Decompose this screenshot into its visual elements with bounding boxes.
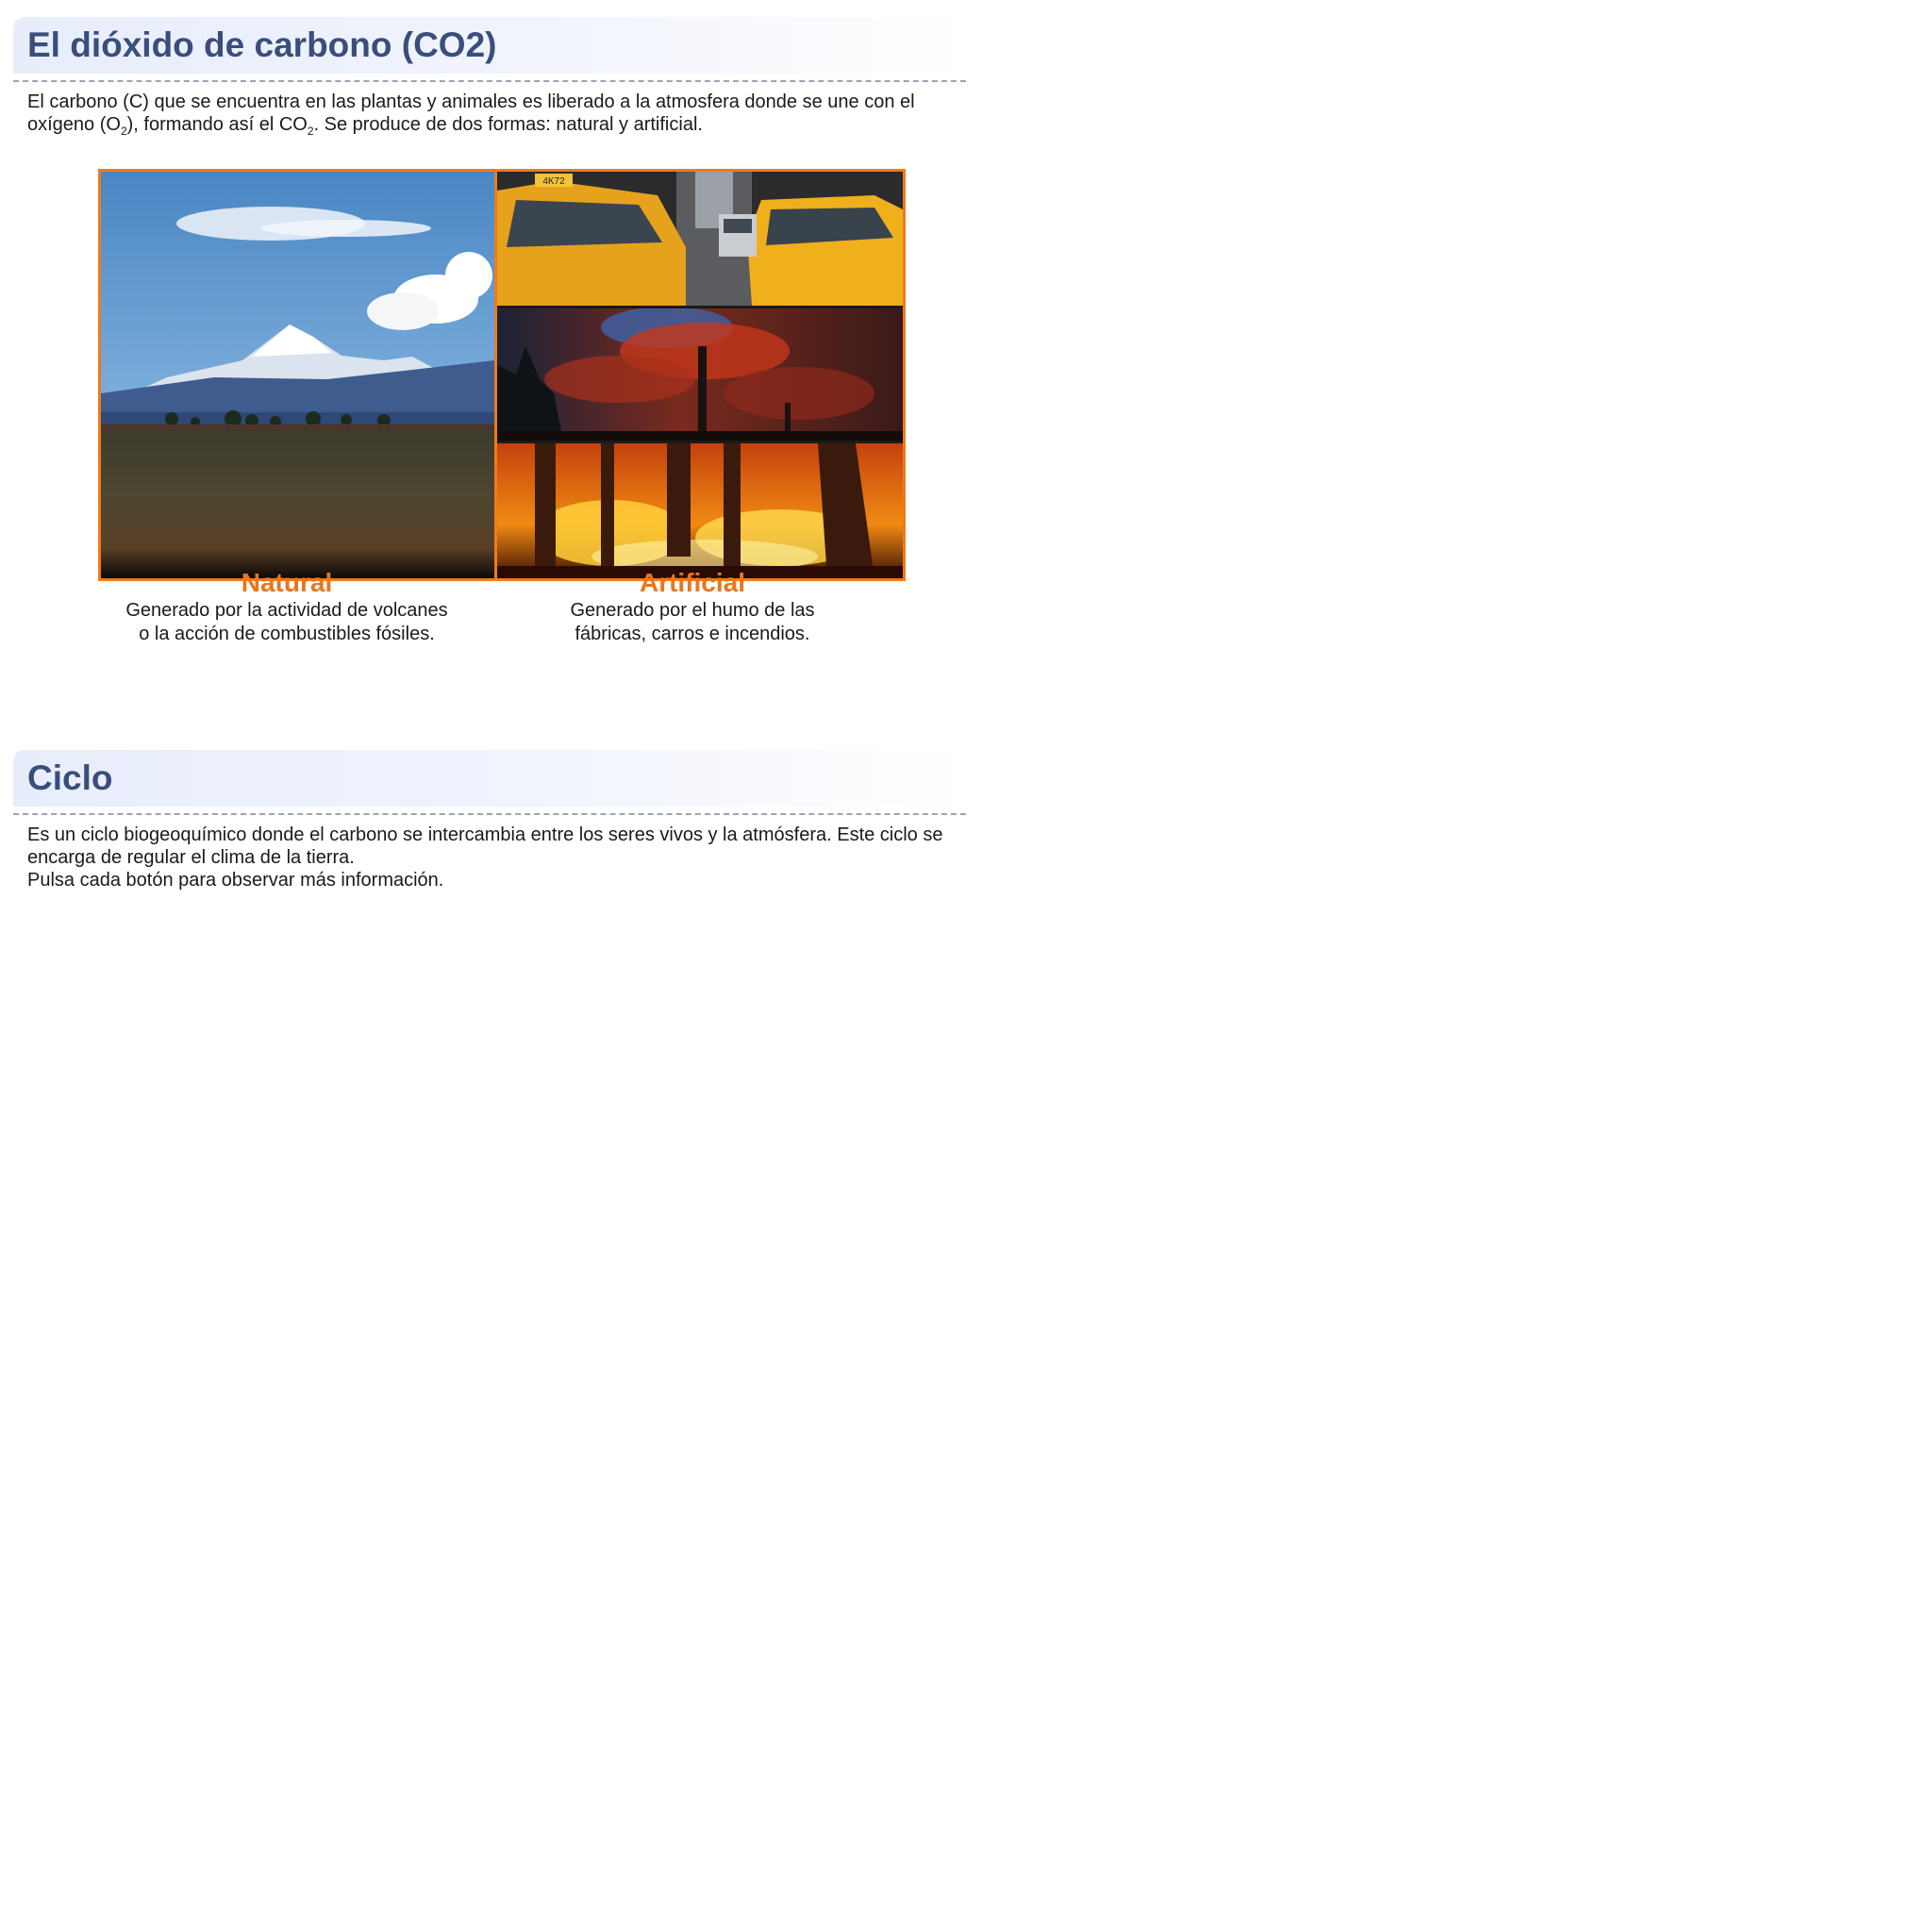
- caption-natural: Natural Generado por la actividad de vol…: [108, 567, 466, 646]
- section-header: El dióxido de carbono (CO2): [13, 17, 966, 74]
- caption-natural-title: Natural: [241, 568, 333, 597]
- section-co2: El dióxido de carbono (CO2) El carbono (…: [13, 17, 966, 677]
- taxi-sign-text: 4K72: [542, 176, 565, 187]
- section-title: El dióxido de carbono (CO2): [27, 25, 497, 64]
- section-header: Ciclo: [13, 750, 966, 807]
- intro-paragraph: El carbono (C) que se encuentra en las p…: [27, 91, 966, 138]
- taxis-traffic-image: 4K72: [497, 172, 903, 306]
- volcano-landscape-image: [101, 172, 494, 578]
- intro-text-part3: . Se produce de dos formas: natural y ar…: [313, 114, 703, 135]
- ciclo-paragraph: Es un ciclo biogeoquímico donde el carbo…: [27, 824, 966, 891]
- caption-artificial-line1: Generado por el humo de las: [570, 600, 815, 621]
- intro-text-part2: ), formando así el CO: [126, 114, 308, 135]
- forest-fire-image: [497, 443, 903, 578]
- factory-smoke-image: [497, 308, 903, 441]
- caption-natural-line1: Generado por la actividad de volcanes: [125, 600, 448, 621]
- dashed-divider: [13, 813, 966, 815]
- section-title: Ciclo: [27, 758, 113, 797]
- co2-sources-image-collage: 4K72: [98, 169, 906, 581]
- page: El dióxido de carbono (CO2) El carbono (…: [0, 0, 1932, 1932]
- ciclo-description: Es un ciclo biogeoquímico donde el carbo…: [27, 824, 943, 868]
- caption-artificial: Artificial Generado por el humo de las f…: [513, 567, 872, 646]
- dashed-divider: [13, 80, 966, 82]
- ciclo-instruction: Pulsa cada botón para observar más infor…: [27, 870, 444, 891]
- section-ciclo: Ciclo Es un ciclo biogeoquímico donde el…: [13, 750, 966, 920]
- subscript-2: 2: [120, 125, 127, 138]
- caption-artificial-line2: fábricas, carros e incendios.: [575, 624, 810, 644]
- caption-natural-line2: o la acción de combustibles fósiles.: [139, 624, 435, 644]
- caption-artificial-title: Artificial: [639, 568, 746, 597]
- subscript-2: 2: [307, 125, 314, 138]
